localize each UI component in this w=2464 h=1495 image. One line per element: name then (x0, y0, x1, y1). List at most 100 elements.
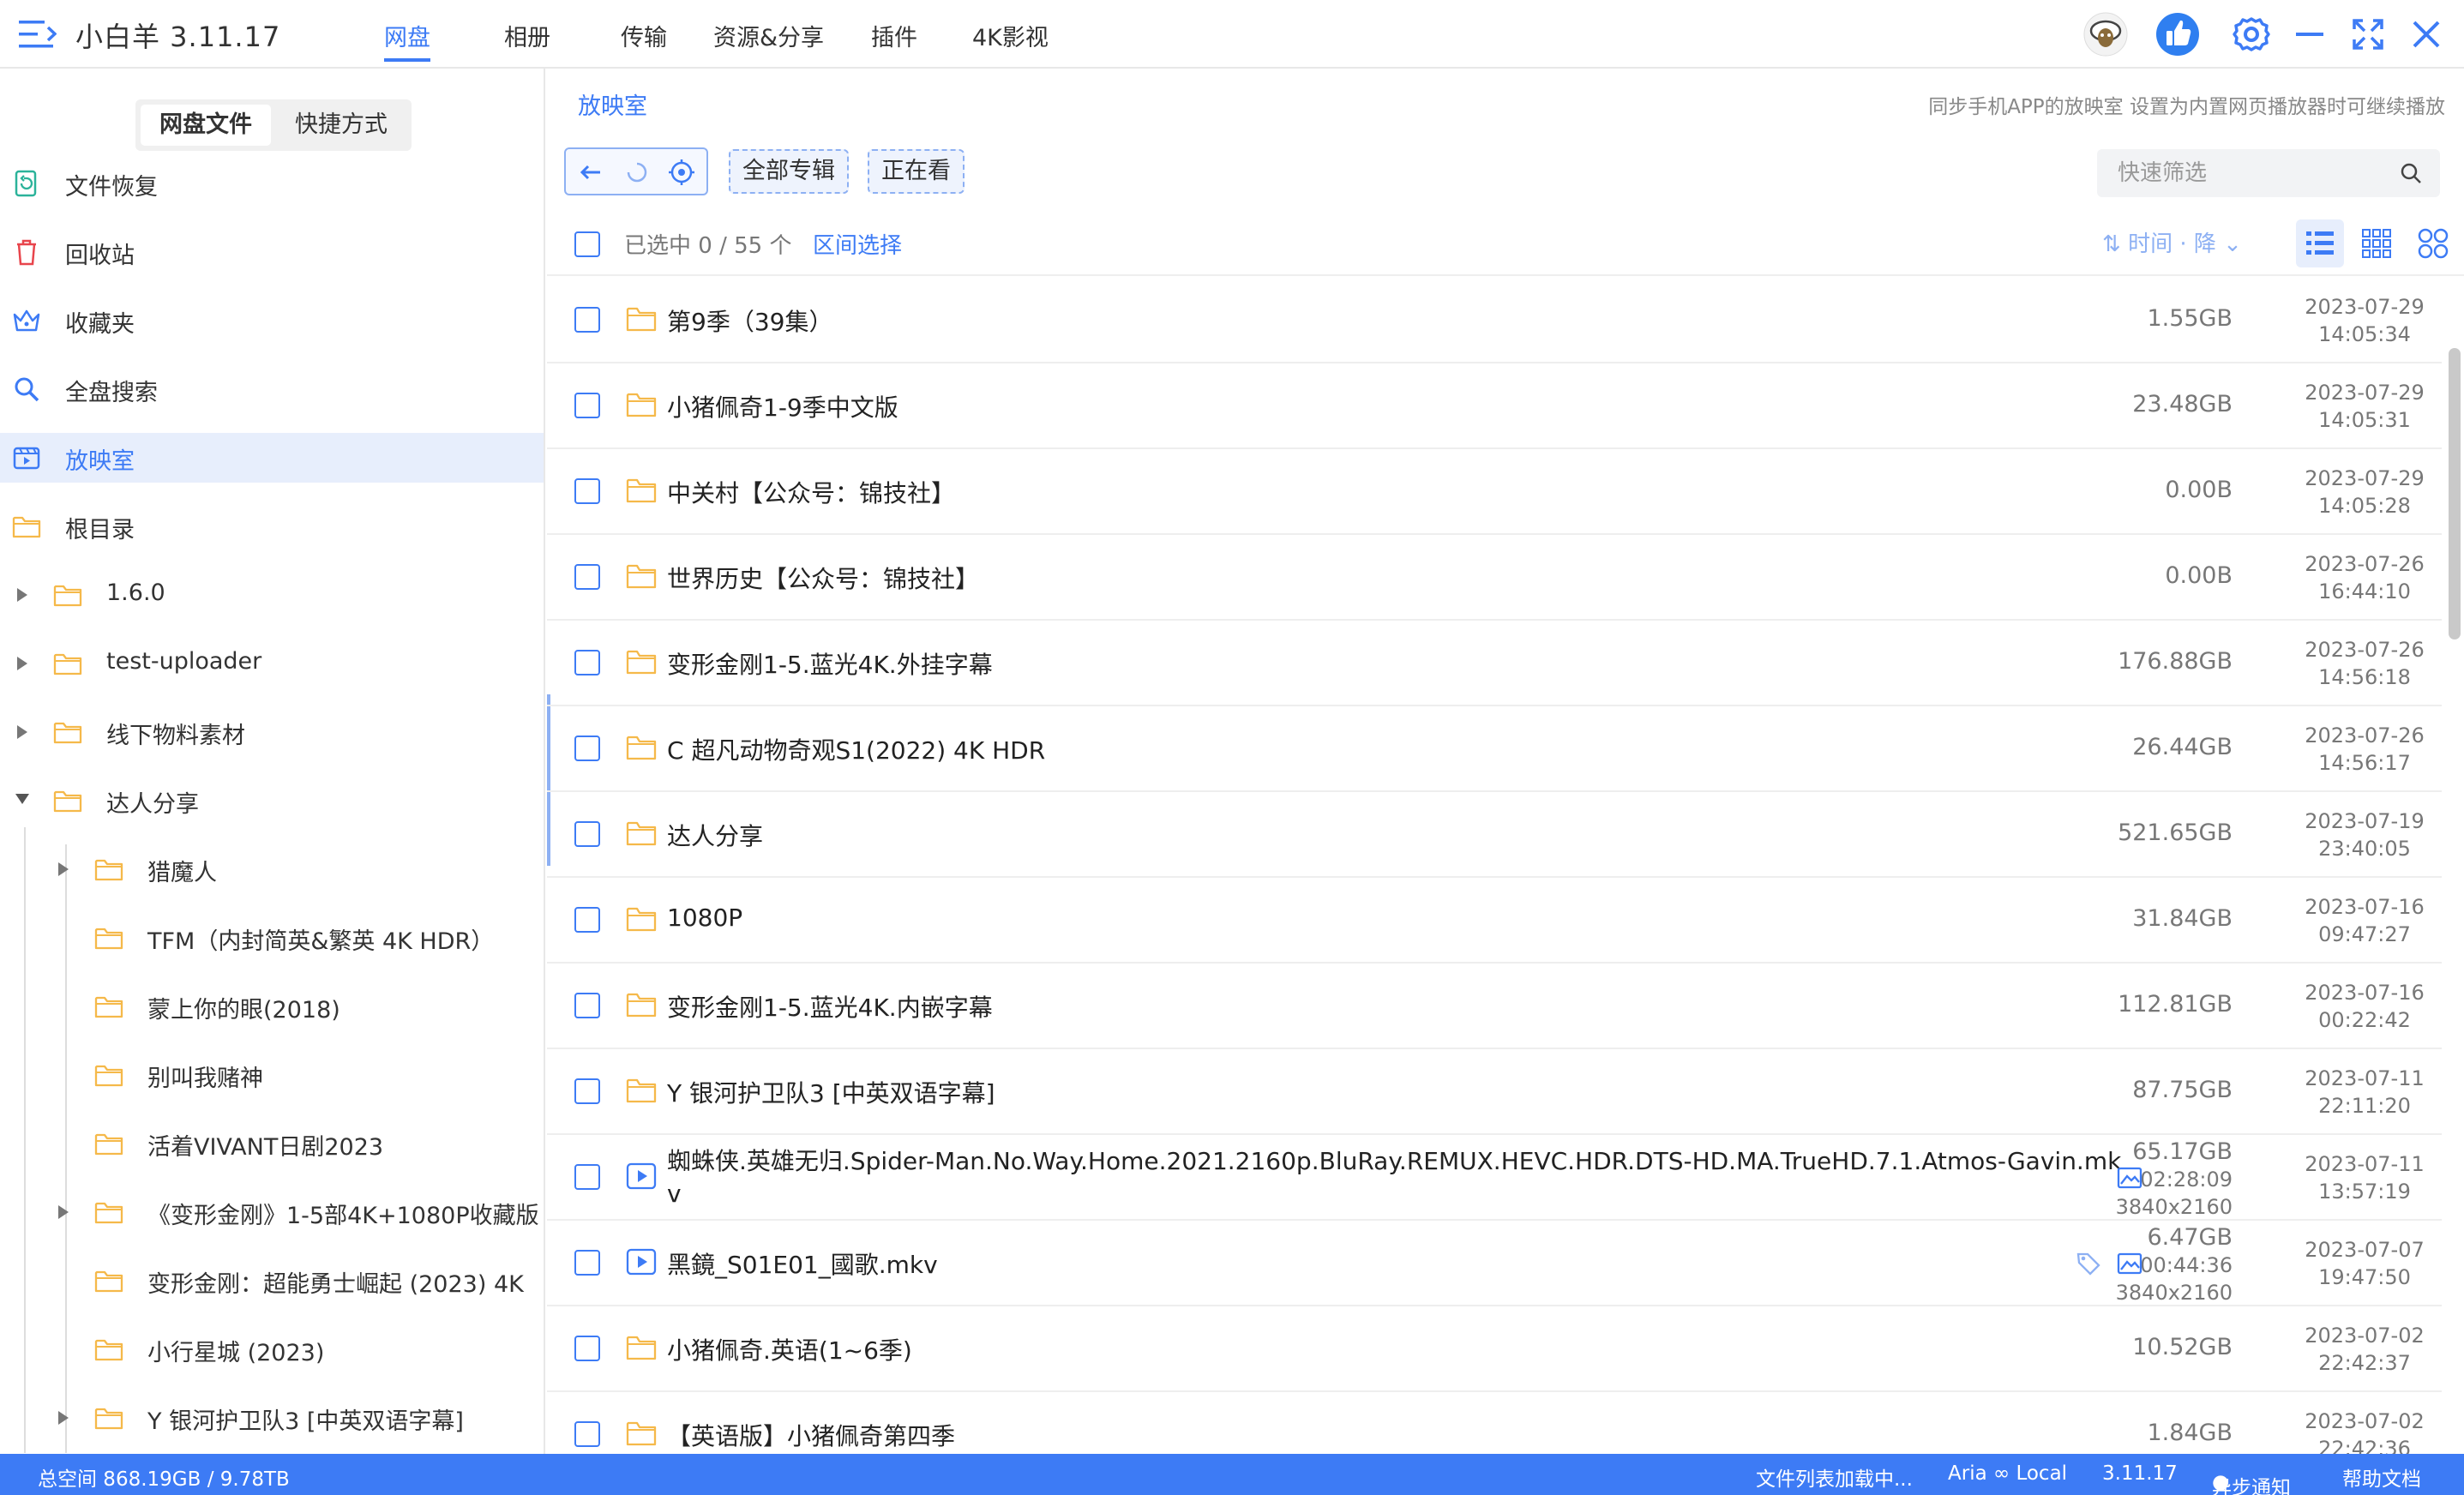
expand-arrow-icon[interactable] (17, 657, 27, 670)
tab-transfer[interactable]: 传输 (621, 19, 667, 62)
tag-icon[interactable] (2075, 1250, 2102, 1277)
refresh-icon[interactable] (622, 158, 652, 187)
tree-node-tfm[interactable]: TFM（内封简英&繁英 4K HDR） (0, 913, 544, 963)
quick-filter-input[interactable] (2118, 156, 2375, 190)
tab-4k-movies[interactable]: 4K影视 (972, 19, 1049, 62)
expand-arrow-icon[interactable] (58, 1411, 69, 1425)
file-name[interactable]: 变形金刚1-5.蓝光4K.内嵌字幕 (667, 989, 993, 1024)
tree-node-bird-box[interactable]: 蒙上你的眼(2018) (0, 982, 544, 1031)
sidebar-item-favorites[interactable]: 收藏夹 (0, 296, 544, 345)
file-row[interactable]: Y 银河护卫队3 [中英双语字幕] 87.75GB 2023-07-11 22:11:… (547, 1049, 2442, 1135)
file-row[interactable]: 蜘蛛侠.英雄无归.Spider-Man.No.Way.Home.2021.216… (547, 1135, 2442, 1221)
row-checkbox[interactable] (574, 907, 600, 933)
file-name[interactable]: 黑鏡_S01E01_國歌.mkv (667, 1246, 938, 1281)
all-albums-button[interactable]: 全部专辑 (729, 149, 849, 194)
row-checkbox[interactable] (574, 1250, 600, 1276)
collapse-arrow-icon[interactable] (15, 794, 29, 804)
tree-node-expert-share[interactable]: 达人分享 (0, 776, 544, 826)
file-row[interactable]: 小猪佩奇1-9季中文版 23.48GB 2023-07-29 14:05:31 (547, 363, 2442, 449)
file-name[interactable]: Y 银河护卫队3 [中英双语字幕] (667, 1075, 995, 1109)
file-row[interactable]: 第9季（39集） 1.55GB 2023-07-29 14:05:34 (547, 278, 2442, 363)
thumbs-up-icon[interactable] (2155, 12, 2200, 57)
tab-album[interactable]: 相册 (504, 19, 550, 62)
tree-node-transformers-collection[interactable]: 《变形金刚》1-5部4K+1080P收藏版 (0, 1187, 544, 1237)
file-row[interactable]: 达人分享 521.65GB 2023-07-19 23:40:05 (547, 792, 2442, 878)
row-checkbox[interactable] (574, 735, 600, 761)
sidebar-item-recycle-bin[interactable]: 回收站 (0, 227, 544, 277)
file-row[interactable]: 中关村【公众号：锦技社】 0.00B 2023-07-29 14:05:28 (547, 449, 2442, 535)
row-checkbox[interactable] (574, 478, 600, 504)
file-row[interactable]: 【英语版】小猪佩奇第四季 1.84GB 2023-07-02 22:42:36 (547, 1392, 2442, 1454)
tree-node-gambler[interactable]: 别叫我赌神 (0, 1050, 544, 1100)
row-checkbox[interactable] (574, 1421, 600, 1447)
minimize-icon[interactable] (2287, 12, 2332, 57)
row-checkbox[interactable] (574, 821, 600, 847)
expand-arrow-icon[interactable] (17, 588, 27, 602)
range-select-link[interactable]: 区间选择 (813, 228, 902, 260)
file-row[interactable]: 1080P 31.84GB 2023-07-16 09:47:27 (547, 878, 2442, 964)
row-checkbox[interactable] (574, 307, 600, 333)
row-checkbox[interactable] (574, 1164, 600, 1190)
file-name[interactable]: 世界历史【公众号：锦技社】 (667, 561, 979, 595)
file-row[interactable]: 世界历史【公众号：锦技社】 0.00B 2023-07-26 16:44:10 (547, 535, 2442, 621)
list-view-button[interactable] (2296, 219, 2344, 267)
help-docs-link[interactable]: 帮助文档 (2342, 1462, 2421, 1492)
large-grid-view-button[interactable] (2409, 219, 2457, 267)
tab-plugins[interactable]: 插件 (871, 19, 917, 62)
file-name[interactable]: 小猪佩奇.英语(1~6季) (667, 1332, 912, 1366)
gear-icon[interactable] (2229, 12, 2274, 57)
grid-view-button[interactable] (2353, 219, 2401, 267)
version-label[interactable]: 3.11.17 (2102, 1462, 2178, 1485)
file-row[interactable]: 黑鏡_S01E01_國歌.mkv 6.47GB 00:44:36 3840x2160 2… (547, 1221, 2442, 1306)
row-checkbox[interactable] (574, 564, 600, 590)
sheep-avatar-icon[interactable] (2083, 12, 2128, 57)
aria-status[interactable]: Aria ∞ Local (1948, 1462, 2067, 1485)
tab-shortcuts[interactable]: 快捷方式 (276, 105, 406, 146)
file-name[interactable]: 蜘蛛侠.英雄无归.Spider-Man.No.Way.Home.2021.216… (667, 1145, 2124, 1210)
file-name[interactable]: C 超凡动物奇观S1(2022) 4K HDR (667, 732, 1045, 766)
file-name[interactable]: 1080P (667, 904, 742, 932)
sidebar-item-root[interactable]: 根目录 (0, 501, 544, 551)
tree-node-transformers-rise[interactable]: 变形金刚：超能勇士崛起 (2023) 4K (0, 1256, 544, 1306)
file-name[interactable]: 中关村【公众号：锦技社】 (667, 475, 955, 509)
file-row[interactable]: 小猪佩奇.英语(1~6季) 10.52GB 2023-07-02 22:42:37 (547, 1306, 2442, 1392)
watching-button[interactable]: 正在看 (868, 149, 965, 194)
tree-node-test-uploader[interactable]: test-uploader (0, 639, 544, 688)
thumbnail-icon[interactable] (2116, 1164, 2143, 1192)
tree-node-vivant[interactable]: 活着VIVANT日剧2023 (0, 1119, 544, 1168)
tab-netdisk[interactable]: 网盘 (384, 19, 430, 62)
tree-node-offline-materials[interactable]: 线下物料素材 (0, 707, 544, 757)
row-checkbox[interactable] (574, 1078, 600, 1104)
tree-node-gotg3[interactable]: Y 银河护卫队3 [中英双语字幕] (0, 1393, 544, 1443)
tab-netdisk-files[interactable]: 网盘文件 (141, 105, 271, 146)
tab-resources-share[interactable]: 资源&分享 (713, 19, 824, 62)
tree-node-witcher[interactable]: 猎魔人 (0, 844, 544, 894)
scrollbar[interactable] (2449, 348, 2461, 639)
sidebar-item-global-search[interactable]: 全盘搜索 (0, 364, 544, 414)
locate-icon[interactable] (667, 158, 696, 187)
file-name[interactable]: 达人分享 (667, 818, 763, 852)
file-row[interactable]: 变形金刚1-5.蓝光4K.外挂字幕 176.88GB 2023-07-26 14:56… (547, 621, 2442, 706)
row-checkbox[interactable] (574, 993, 600, 1018)
expand-arrow-icon[interactable] (58, 1205, 69, 1219)
row-checkbox[interactable] (574, 393, 600, 418)
row-checkbox[interactable] (574, 1336, 600, 1361)
file-name[interactable]: 【英语版】小猪佩奇第四季 (667, 1418, 955, 1452)
search-icon[interactable] (2399, 161, 2423, 185)
select-all-checkbox[interactable] (574, 231, 600, 257)
row-checkbox[interactable] (574, 650, 600, 675)
back-arrow-icon[interactable] (576, 158, 605, 187)
menu-icon[interactable] (19, 19, 57, 50)
file-name[interactable]: 变形金刚1-5.蓝光4K.外挂字幕 (667, 646, 993, 681)
thumbnail-icon[interactable] (2116, 1250, 2143, 1277)
file-row[interactable]: 变形金刚1-5.蓝光4K.内嵌字幕 112.81GB 2023-07-16 00:22… (547, 964, 2442, 1049)
maximize-icon[interactable] (2346, 12, 2390, 57)
close-icon[interactable] (2404, 12, 2449, 57)
file-name[interactable]: 第9季（39集） (667, 303, 832, 338)
breadcrumb[interactable]: 放映室 (578, 87, 647, 121)
sidebar-item-screening-room[interactable]: 放映室 (0, 433, 544, 483)
expand-arrow-icon[interactable] (58, 862, 69, 876)
sidebar-item-file-recovery[interactable]: 文件恢复 (0, 159, 544, 208)
tree-node-asteroid-city[interactable]: 小行星城 (2023) (0, 1324, 544, 1374)
expand-arrow-icon[interactable] (17, 725, 27, 739)
